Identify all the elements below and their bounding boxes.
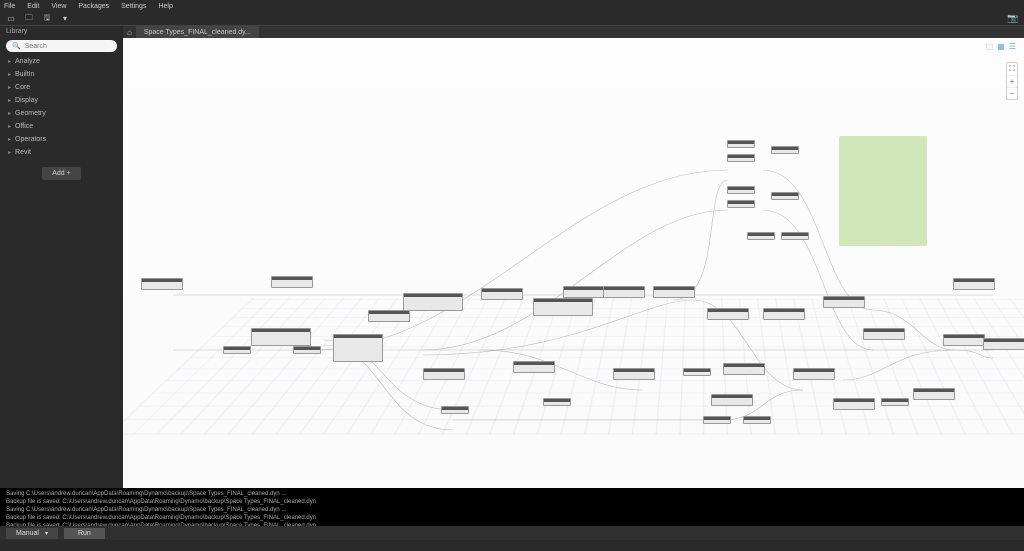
graph-node[interactable]: [293, 346, 321, 354]
graph-node[interactable]: [368, 310, 410, 322]
zoom-controls: ⛶ + −: [1006, 62, 1018, 100]
new-file-icon[interactable]: ▭: [6, 14, 16, 24]
graph-node[interactable]: [881, 398, 909, 406]
graph-node[interactable]: [953, 278, 995, 290]
graph-node[interactable]: [481, 288, 523, 300]
home-tab[interactable]: ⌂: [123, 27, 136, 38]
cat-core[interactable]: Core: [0, 81, 123, 94]
console-line: Saving C:\Users\andrew.duncan\AppData\Ro…: [6, 491, 286, 497]
graph-node[interactable]: [771, 192, 799, 200]
menu-file[interactable]: File: [4, 3, 15, 10]
graph-node[interactable]: [727, 154, 755, 162]
graph-node[interactable]: [613, 368, 655, 380]
zoom-out[interactable]: −: [1007, 88, 1017, 99]
graph-node[interactable]: [823, 296, 865, 308]
3d-view-icon[interactable]: ▦: [997, 42, 1005, 51]
screenshot-icon[interactable]: 📷: [1008, 14, 1018, 24]
toolbar: ▭ 🗀 🖫 ▾ 📷: [0, 12, 1024, 26]
list-view-icon[interactable]: ☰: [1009, 42, 1016, 51]
console-line: Backup file is saved: C:\Users\andrew.du…: [6, 499, 316, 505]
graph-node[interactable]: [251, 328, 311, 346]
run-button[interactable]: Run: [64, 528, 105, 539]
graph-node[interactable]: [603, 286, 645, 298]
graph-node[interactable]: [913, 388, 955, 400]
open-file-icon[interactable]: 🗀: [24, 14, 34, 24]
graph-node[interactable]: [943, 334, 985, 346]
search-icon: 🔍: [12, 42, 21, 50]
graph-node[interactable]: [441, 406, 469, 414]
menu-view[interactable]: View: [51, 3, 66, 10]
file-tab[interactable]: Space Types_FINAL_cleaned.dy...: [136, 26, 259, 38]
graph-node[interactable]: [703, 416, 731, 424]
library-sidebar: Library 🔍 Analyze BuiltIn Core Display G…: [0, 26, 123, 488]
graph-node[interactable]: [653, 286, 695, 298]
search-input[interactable]: [25, 43, 111, 50]
graph-node[interactable]: [747, 232, 775, 240]
graph-node[interactable]: [743, 416, 771, 424]
graph-view-icon[interactable]: ⬚: [986, 42, 994, 51]
view-mode-icons: ⬚ ▦ ☰: [986, 42, 1016, 51]
main-area: Library 🔍 Analyze BuiltIn Core Display G…: [0, 26, 1024, 488]
graph-canvas[interactable]: [123, 38, 1024, 488]
graph-node[interactable]: [833, 398, 875, 410]
cat-analyze[interactable]: Analyze: [0, 55, 123, 68]
graph-node[interactable]: [983, 338, 1024, 350]
graph-node[interactable]: [771, 146, 799, 154]
menu-packages[interactable]: Packages: [78, 3, 109, 10]
menu-help[interactable]: Help: [158, 3, 172, 10]
graph-node[interactable]: [683, 368, 711, 376]
workspace[interactable]: ⌂ Space Types_FINAL_cleaned.dy... ⬚ ▦ ☰ …: [123, 26, 1024, 488]
menu-edit[interactable]: Edit: [27, 3, 39, 10]
graph-node[interactable]: [707, 308, 749, 320]
graph-node[interactable]: [423, 368, 465, 380]
graph-node[interactable]: [533, 298, 593, 316]
status-bar: Manual Run: [0, 526, 1024, 540]
graph-node[interactable]: [723, 363, 765, 375]
cat-builtin[interactable]: BuiltIn: [0, 68, 123, 81]
cat-display[interactable]: Display: [0, 94, 123, 107]
console-line: Backup file is saved: C:\Users\andrew.du…: [6, 523, 316, 526]
zoom-in[interactable]: +: [1007, 76, 1017, 88]
graph-node[interactable]: [563, 286, 605, 298]
graph-node[interactable]: [271, 276, 313, 288]
console-line: Saving C:\Users\andrew.duncan\AppData\Ro…: [6, 507, 286, 513]
menu-settings[interactable]: Settings: [121, 3, 146, 10]
save-icon[interactable]: 🖫: [42, 14, 52, 24]
cat-office[interactable]: Office: [0, 120, 123, 133]
cat-geometry[interactable]: Geometry: [0, 107, 123, 120]
graph-node[interactable]: [333, 334, 383, 362]
console-line: Backup file is saved: C:\Users\andrew.du…: [6, 515, 316, 521]
graph-node[interactable]: [513, 361, 555, 373]
graph-node[interactable]: [863, 328, 905, 340]
graph-node[interactable]: [781, 232, 809, 240]
graph-node[interactable]: [727, 186, 755, 194]
graph-node[interactable]: [727, 200, 755, 208]
run-mode-select[interactable]: Manual: [6, 528, 58, 539]
menu-bar: File Edit View Packages Settings Help: [0, 0, 1024, 12]
cat-operators[interactable]: Operators: [0, 133, 123, 146]
graph-node[interactable]: [763, 308, 805, 320]
search-box[interactable]: 🔍: [6, 40, 117, 52]
tab-bar: ⌂ Space Types_FINAL_cleaned.dy...: [123, 26, 1024, 38]
graph-node[interactable]: [141, 278, 183, 290]
tab-label: Space Types_FINAL_cleaned.dy...: [144, 29, 251, 36]
category-list: Analyze BuiltIn Core Display Geometry Of…: [0, 55, 123, 159]
cat-revit[interactable]: Revit: [0, 146, 123, 159]
library-title: Library: [6, 28, 117, 35]
zoom-fit[interactable]: ⛶: [1007, 63, 1017, 76]
add-button[interactable]: Add +: [42, 167, 81, 180]
console-output: Saving C:\Users\andrew.duncan\AppData\Ro…: [0, 488, 1024, 526]
graph-node[interactable]: [223, 346, 251, 354]
graph-node[interactable]: [711, 394, 753, 406]
grid-floor: [123, 298, 1024, 434]
graph-node[interactable]: [793, 368, 835, 380]
graph-node[interactable]: [543, 398, 571, 406]
save-dropdown-icon[interactable]: ▾: [60, 14, 70, 24]
node-group[interactable]: [839, 136, 927, 246]
graph-node[interactable]: [403, 293, 463, 311]
graph-node[interactable]: [727, 140, 755, 148]
